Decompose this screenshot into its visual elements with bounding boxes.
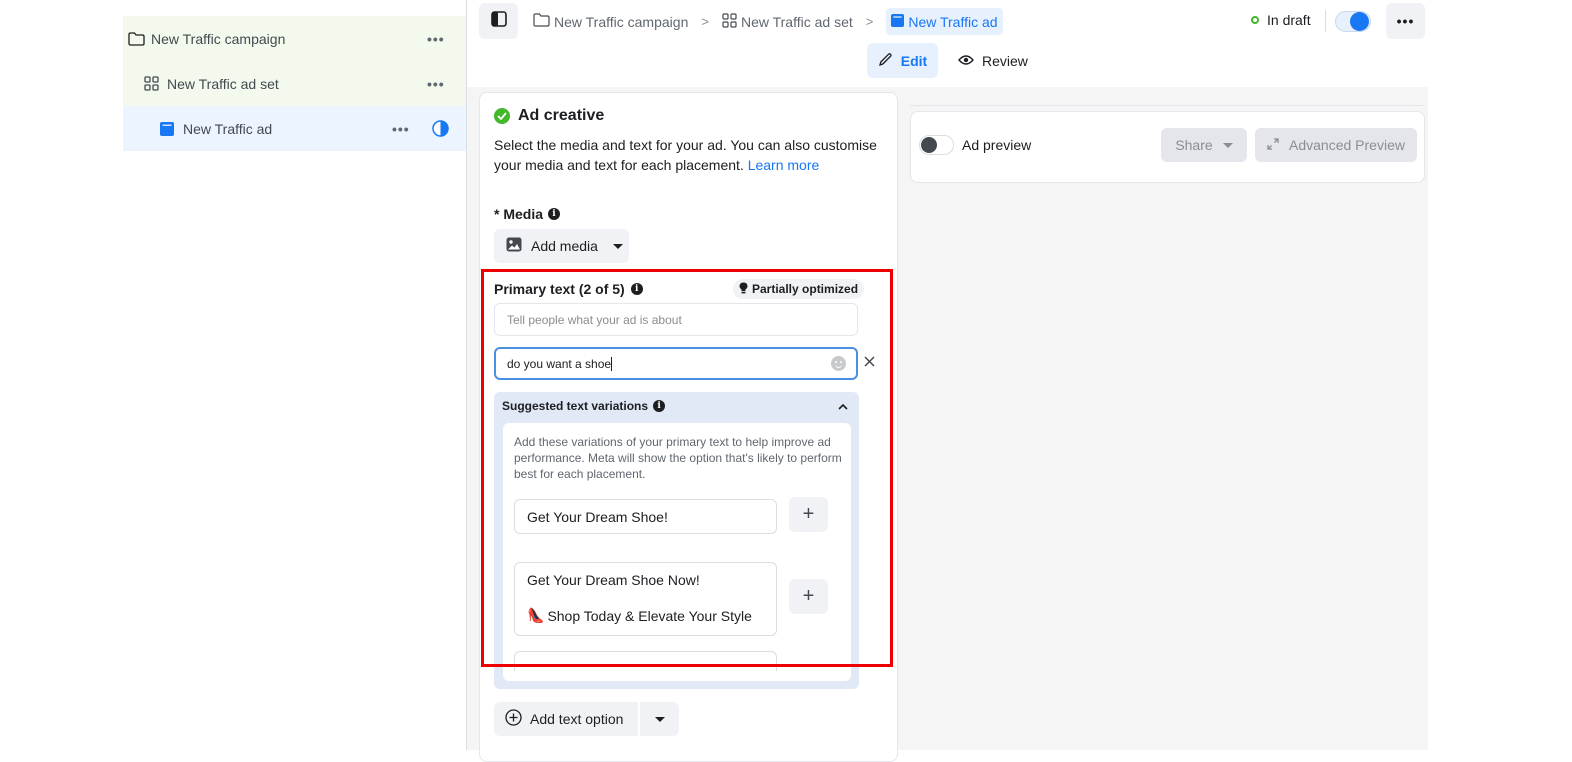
text-cursor <box>611 356 613 371</box>
share-button[interactable]: Share <box>1161 128 1247 162</box>
tree-item-label: New Traffic ad <box>183 120 273 137</box>
primary-text-label-text: Primary text (2 of 5) <box>494 281 625 297</box>
lightbulb-icon <box>739 282 748 297</box>
description-text: Select the media and text for your ad. Y… <box>494 137 877 173</box>
add-text-option-button[interactable]: Add text option <box>494 702 638 736</box>
check-circle-icon <box>494 108 510 124</box>
chevron-up-icon[interactable] <box>837 400 849 412</box>
add-text-option-dropdown[interactable] <box>640 702 679 736</box>
suggestion-item: Get Your Dream Shoe! <box>514 499 777 534</box>
add-media-button[interactable]: Add media <box>494 229 629 263</box>
tab-label: Edit <box>900 52 928 69</box>
media-label-text: * Media <box>494 206 544 222</box>
status-badge: In draft <box>1251 12 1311 28</box>
high-heel-icon: 👠 <box>527 607 545 623</box>
tab-review[interactable]: Review <box>952 43 1034 78</box>
emoji-icon[interactable] <box>831 356 846 371</box>
primary-text-input-2[interactable]: do you want a shoe <box>494 347 858 380</box>
remove-text-option-button[interactable] <box>864 354 875 372</box>
breadcrumb-label: New Traffic ad set <box>740 13 853 30</box>
add-suggestion-button[interactable]: + <box>789 497 828 532</box>
info-icon[interactable]: i <box>548 208 561 220</box>
ad-preview-toggle[interactable] <box>919 135 954 155</box>
more-options-icon[interactable]: ••• <box>427 76 445 92</box>
toggle-knob <box>1350 12 1369 31</box>
advanced-preview-label: Advanced Preview <box>1289 137 1405 153</box>
tab-edit[interactable]: Edit <box>867 43 938 78</box>
divider <box>910 105 1425 106</box>
suggestion-line-2: 👠 Shop Today & Elevate Your Style <box>527 607 776 624</box>
ad-icon <box>891 13 905 30</box>
caret-down-icon <box>1222 142 1233 148</box>
ad-icon <box>160 121 174 136</box>
ad-active-toggle[interactable] <box>1335 11 1371 32</box>
section-description: Select the media and text for your ad. Y… <box>494 135 884 175</box>
more-options-button[interactable]: ••• <box>1386 3 1425 39</box>
pencil-icon <box>878 52 893 70</box>
chevron-right-icon: > <box>865 14 874 29</box>
share-label: Share <box>1175 137 1213 153</box>
suggestion-item: Get Your Dream Shoe Now! 👠 Shop Today & … <box>514 562 777 636</box>
plus-circle-icon <box>505 709 522 729</box>
eye-icon <box>958 53 974 69</box>
input-value: do you want a shoe <box>507 356 612 371</box>
sidebar-toggle-button[interactable] <box>479 3 518 39</box>
sidebar-icon <box>490 10 507 32</box>
caret-down-icon <box>612 243 623 249</box>
learn-more-link[interactable]: Learn more <box>748 157 820 173</box>
breadcrumb-label: New Traffic ad <box>908 13 998 30</box>
suggestions-description: Add these variations of your primary tex… <box>514 435 842 481</box>
add-media-label: Add media <box>531 238 598 254</box>
tree-item-campaign[interactable]: New Traffic campaign ••• <box>123 16 466 61</box>
folder-icon <box>533 13 550 30</box>
primary-text-label: Primary text (2 of 5) i <box>494 281 643 297</box>
breadcrumb-campaign[interactable]: New Traffic campaign <box>533 8 688 35</box>
divider <box>1325 10 1326 32</box>
ad-preview-label: Ad preview <box>962 137 1032 153</box>
grid-icon <box>722 12 737 31</box>
section-title-text: Ad creative <box>518 107 605 124</box>
breadcrumb-ad[interactable]: New Traffic ad <box>886 8 1003 35</box>
tree-item-label: New Traffic campaign <box>151 30 286 47</box>
suggestion-text: Get Your Dream Shoe! <box>527 508 668 525</box>
section-title: Ad creative <box>494 107 604 125</box>
primary-text-input-1[interactable]: Tell people what your ad is about <box>494 303 858 336</box>
breadcrumb-adset[interactable]: New Traffic ad set <box>722 8 853 35</box>
half-circle-icon[interactable] <box>432 120 449 137</box>
image-icon <box>506 237 522 255</box>
grid-icon <box>144 76 159 91</box>
expand-icon <box>1267 137 1279 153</box>
caret-down-icon <box>654 716 665 722</box>
info-icon[interactable]: i <box>630 283 643 295</box>
suggestion-item-partial <box>514 651 777 671</box>
advanced-preview-button[interactable]: Advanced Preview <box>1255 128 1417 162</box>
suggestion-text: Shop Today & Elevate Your Style <box>547 607 752 624</box>
more-options-icon[interactable]: ••• <box>392 121 410 137</box>
more-options-icon[interactable]: ••• <box>427 31 445 47</box>
suggested-variations-title: Suggested text variations i <box>502 399 666 413</box>
tree-item-adset[interactable]: New Traffic ad set ••• <box>123 61 466 106</box>
tree-item-label: New Traffic ad set <box>167 75 279 92</box>
add-text-option-label: Add text option <box>530 711 624 727</box>
status-dot-icon <box>1251 16 1259 24</box>
toggle-knob <box>921 137 937 153</box>
folder-icon <box>128 31 145 46</box>
info-icon[interactable]: i <box>653 400 666 412</box>
chevron-right-icon: > <box>701 14 709 29</box>
status-label: In draft <box>1267 12 1311 28</box>
page-margin <box>1428 87 1572 750</box>
media-label: * Media i <box>494 206 561 222</box>
badge-label: Partially optimized <box>752 282 859 296</box>
suggested-title-text: Suggested text variations <box>502 399 649 413</box>
tree-item-ad[interactable]: New Traffic ad ••• <box>123 106 466 151</box>
breadcrumb-label: New Traffic campaign <box>554 13 689 30</box>
breadcrumb: New Traffic campaign > New Traffic ad se… <box>533 8 1003 35</box>
campaign-tree: New Traffic campaign ••• New Traffic ad … <box>123 16 466 151</box>
tab-label: Review <box>982 52 1028 69</box>
suggestion-text: Get Your Dream Shoe Now! <box>527 572 700 588</box>
add-suggestion-button[interactable]: + <box>789 579 828 614</box>
optimization-badge: Partially optimized <box>733 279 865 299</box>
